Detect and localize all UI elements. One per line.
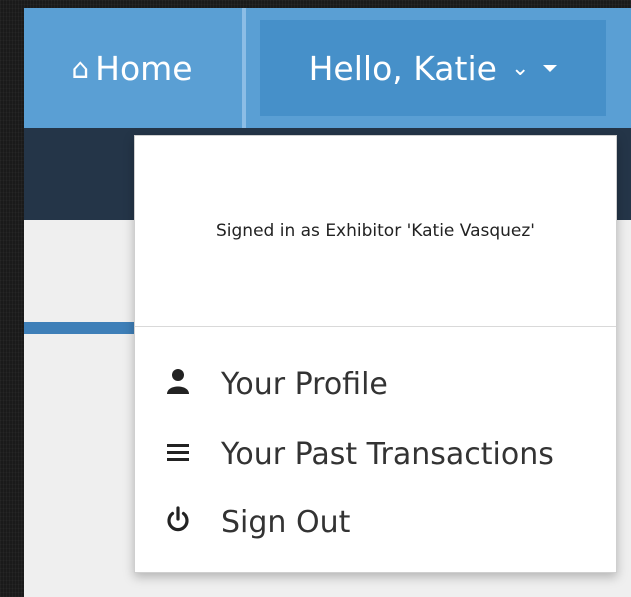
nav-home-label: Home — [95, 48, 193, 88]
caret-down-icon — [543, 64, 558, 72]
menu-item-sign-out[interactable]: Sign Out — [135, 492, 616, 552]
signed-in-text: Signed in as Exhibitor 'Katie Vasquez' — [216, 221, 535, 241]
home-icon: ⌂ — [71, 51, 90, 85]
top-navbar: ⌂ Home Hello, Katie ⌄ — [24, 8, 631, 128]
user-icon — [135, 368, 221, 401]
menu-item-your-profile[interactable]: Your Profile — [135, 354, 616, 414]
accent-rule — [24, 322, 144, 334]
menu-item-label: Your Past Transactions — [221, 436, 554, 472]
power-icon — [135, 505, 221, 539]
nav-divider — [242, 8, 246, 128]
user-menu-toggle[interactable]: Hello, Katie ⌄ — [260, 20, 606, 116]
menu-item-label: Your Profile — [221, 366, 388, 402]
user-dropdown-menu: Signed in as Exhibitor 'Katie Vasquez' Y… — [134, 135, 617, 573]
menu-item-past-transactions[interactable]: Your Past Transactions — [135, 424, 616, 484]
menu-item-label: Sign Out — [221, 504, 351, 540]
nav-home-link[interactable]: ⌂ Home — [24, 8, 240, 128]
chevron-down-icon: ⌄ — [510, 55, 530, 81]
user-menu-label: Hello, Katie — [308, 48, 497, 88]
dropdown-divider — [135, 326, 616, 327]
list-icon — [135, 439, 221, 469]
